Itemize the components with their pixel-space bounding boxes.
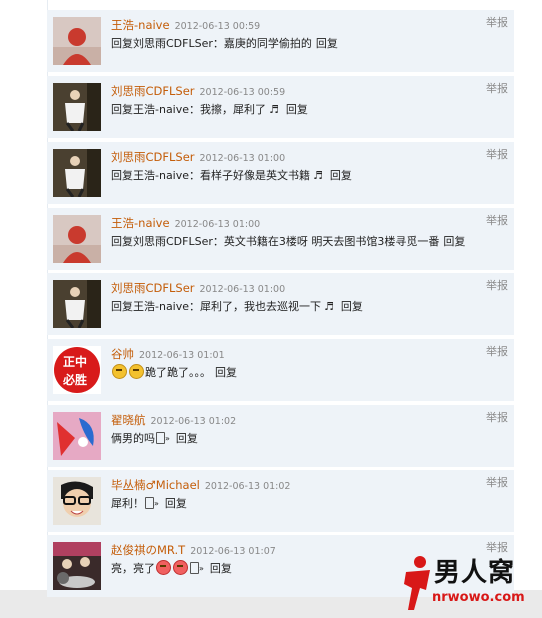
music-note-icon: ♬ xyxy=(324,300,334,313)
comment-time: 2012-06-13 00:59 xyxy=(199,87,286,98)
comment-author[interactable]: 王浩-naive xyxy=(111,216,170,230)
comment-item: 翟晓航 2012-06-13 01:02 俩男的吗 » 回复 举报 xyxy=(47,405,514,467)
music-note-icon: ♬ xyxy=(313,169,323,182)
crying-emoji-icon xyxy=(112,364,127,379)
comment-item: 正中 必胜 谷帅 2012-06-13 01:01 跪了跪了。。。 回复 举报 xyxy=(47,339,514,401)
avatar[interactable] xyxy=(53,412,101,460)
report-link[interactable]: 举报 xyxy=(486,146,508,162)
comment-author[interactable]: 刘思雨CDFLSer xyxy=(111,84,195,98)
comment-text: 跪了跪了。。。 xyxy=(145,366,211,379)
man-figure-icon xyxy=(404,556,430,610)
comment-item: 王浩-naive 2012-06-13 01:00 回复刘思雨CDFLSer：英文… xyxy=(47,208,514,270)
comment-time: 2012-06-13 01:00 xyxy=(174,219,261,230)
comment-item: 毕丛楠♂Michael 2012-06-13 01:02 犀利！ » 回复 举报 xyxy=(47,470,514,532)
comment-time: 2012-06-13 01:02 xyxy=(204,481,291,492)
comment-text: 回复刘思雨CDFLSer：嘉庚的同学偷拍的 xyxy=(111,37,312,50)
comment-time: 2012-06-13 01:01 xyxy=(139,350,225,361)
comment-author[interactable]: 翟晓航 xyxy=(111,413,146,427)
comment-text: 回复刘思雨CDFLSer：英文书籍在3楼呀 明天去图书馆3楼寻觅一番 xyxy=(111,235,440,248)
comment-text: 犀利！ xyxy=(111,497,144,510)
reply-link[interactable]: 回复 xyxy=(341,300,363,313)
reply-link[interactable]: 回复 xyxy=(176,432,198,445)
comment-item: 刘思雨CDFLSer 2012-06-13 01:00 回复王浩-naive：犀利… xyxy=(47,273,514,335)
report-link[interactable]: 举报 xyxy=(486,277,508,293)
phone-icon xyxy=(156,432,165,444)
avatar[interactable] xyxy=(53,542,101,590)
comment-author[interactable]: 赵俊祺のMR.T xyxy=(111,543,185,557)
reply-link[interactable]: 回复 xyxy=(330,169,352,182)
crying-emoji-icon xyxy=(129,364,144,379)
comment-time: 2012-06-13 01:02 xyxy=(150,416,237,427)
angry-emoji-icon xyxy=(156,560,171,575)
signal-icon: » xyxy=(165,434,170,443)
music-note-icon: ♬ xyxy=(269,103,279,116)
report-link[interactable]: 举报 xyxy=(486,80,508,96)
comment-time: 2012-06-13 01:00 xyxy=(199,284,286,295)
comment-text: 俩男的吗 xyxy=(111,432,155,445)
comment-time: 2012-06-13 00:59 xyxy=(174,21,261,32)
reply-link[interactable]: 回复 xyxy=(210,562,232,575)
comment-author[interactable]: 谷帅 xyxy=(111,347,134,361)
reply-link[interactable]: 回复 xyxy=(286,103,308,116)
report-link[interactable]: 举报 xyxy=(486,409,508,425)
site-logo: 男人窝 nrwowo.com xyxy=(396,548,542,618)
comment-author[interactable]: 刘思雨CDFLSer xyxy=(111,281,195,295)
comment-item: 王浩-naive 2012-06-13 00:59 回复刘思雨CDFLSer：嘉庚… xyxy=(47,10,514,72)
report-link[interactable]: 举报 xyxy=(486,212,508,228)
comment-author[interactable]: 毕丛楠♂Michael xyxy=(111,478,200,492)
signal-icon: » xyxy=(154,499,159,508)
reply-link[interactable]: 回复 xyxy=(443,235,465,248)
comment-author[interactable]: 刘思雨CDFLSer xyxy=(111,150,195,164)
reply-link[interactable]: 回复 xyxy=(215,366,237,379)
report-link[interactable]: 举报 xyxy=(486,474,508,490)
reply-link[interactable]: 回复 xyxy=(316,37,338,50)
logo-title: 男人窝 xyxy=(434,558,516,588)
avatar-text: 必胜 xyxy=(63,373,88,387)
logo-url: nrwowo.com xyxy=(432,590,525,605)
report-link[interactable]: 举报 xyxy=(486,343,508,359)
avatar[interactable] xyxy=(53,215,101,263)
comment-time: 2012-06-13 01:07 xyxy=(190,546,276,557)
comment-text: 回复王浩-naive：看样子好像是英文书籍 xyxy=(111,169,311,182)
angry-emoji-icon xyxy=(173,560,188,575)
avatar[interactable] xyxy=(53,17,101,65)
reply-link[interactable]: 回复 xyxy=(165,497,187,510)
phone-icon xyxy=(145,497,154,509)
comment-author[interactable]: 王浩-naive xyxy=(111,18,170,32)
comment-item: 刘思雨CDFLSer 2012-06-13 01:00 回复王浩-naive：看样… xyxy=(47,142,514,204)
comment-text: 回复王浩-naive：我擦，犀利了 xyxy=(111,103,267,116)
avatar-text: 正中 xyxy=(63,355,88,369)
avatar[interactable]: 正中 必胜 xyxy=(53,346,101,394)
comment-item: 刘思雨CDFLSer 2012-06-13 00:59 回复王浩-naive：我擦… xyxy=(47,76,514,138)
avatar[interactable] xyxy=(53,83,101,131)
report-link[interactable]: 举报 xyxy=(486,14,508,30)
avatar[interactable] xyxy=(53,149,101,197)
comment-text: 回复王浩-naive：犀利了，我也去巡视一下 xyxy=(111,300,322,313)
phone-icon xyxy=(190,562,199,574)
comment-text: 亮，亮了 xyxy=(111,562,155,575)
comment-time: 2012-06-13 01:00 xyxy=(199,153,286,164)
avatar[interactable] xyxy=(53,280,101,328)
signal-icon: » xyxy=(199,564,204,573)
avatar[interactable] xyxy=(53,477,101,525)
